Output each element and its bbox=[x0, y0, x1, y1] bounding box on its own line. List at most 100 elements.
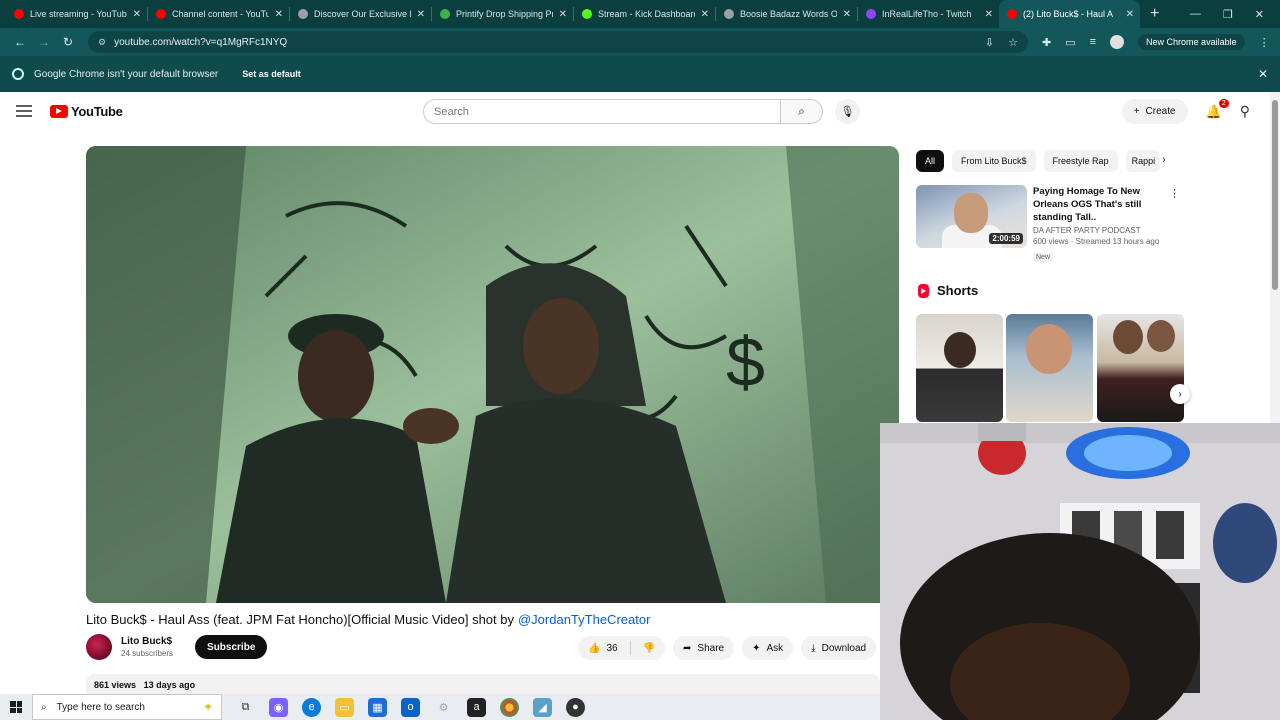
browser-tab[interactable]: (2) Lito Buck$ - Haul A ✕ bbox=[999, 0, 1140, 28]
share-label: Share bbox=[697, 642, 725, 654]
tab-title: InRealLifeTho - Twitch bbox=[882, 9, 972, 19]
browser-tab[interactable]: Channel content - YouTube ✕ bbox=[148, 0, 289, 28]
amazon-icon[interactable]: a bbox=[467, 697, 486, 717]
channel-name[interactable]: Lito Buck$ bbox=[121, 636, 173, 647]
close-tab-icon[interactable]: ✕ bbox=[843, 9, 851, 20]
browser-tab[interactable]: Discover Our Exclusive Ra ✕ bbox=[290, 0, 431, 28]
short-thumbnail[interactable] bbox=[1097, 314, 1184, 422]
set-default-button[interactable]: Set as default bbox=[234, 63, 309, 85]
forward-icon[interactable]: → bbox=[32, 35, 56, 49]
short-thumbnail[interactable] bbox=[916, 314, 1003, 422]
browser-tab[interactable]: Printify Drop Shipping Pri ✕ bbox=[432, 0, 573, 28]
copilot-icon[interactable]: ◉ bbox=[269, 697, 288, 717]
create-button[interactable]: + Create bbox=[1121, 99, 1188, 124]
minimize-icon[interactable]: — bbox=[1190, 8, 1201, 20]
menu-dots-icon[interactable]: ⋮ bbox=[1259, 36, 1270, 49]
search-input[interactable] bbox=[423, 99, 781, 124]
recommended-video[interactable]: 2:00:59 Paying Homage To New Orleans OGS… bbox=[916, 185, 1184, 264]
recommended-title[interactable]: Paying Homage To New Orleans OGS That's … bbox=[1033, 185, 1173, 224]
outlook-icon[interactable]: o bbox=[401, 697, 420, 717]
settings-gear-icon[interactable]: ⚙ bbox=[434, 698, 453, 717]
search-icon[interactable]: ⌕ bbox=[781, 99, 823, 124]
new-tab-icon[interactable]: + bbox=[1150, 5, 1159, 23]
channel-avatar[interactable] bbox=[86, 634, 112, 660]
filter-chip[interactable]: Freestyle Rap bbox=[1043, 150, 1118, 172]
close-tab-icon[interactable]: ✕ bbox=[559, 9, 567, 20]
download-label: Download bbox=[821, 642, 867, 654]
file-explorer-icon[interactable]: ▭ bbox=[335, 697, 354, 717]
obs-icon[interactable]: ● bbox=[566, 697, 585, 717]
video-duration: 2:00:59 bbox=[989, 233, 1023, 244]
shorts-icon bbox=[918, 283, 929, 298]
hamburger-menu-icon[interactable] bbox=[16, 105, 32, 117]
filter-chip[interactable]: From Lito Buck$ bbox=[952, 150, 1036, 172]
chrome-taskbar-icon[interactable] bbox=[500, 697, 519, 717]
profile-avatar[interactable] bbox=[1110, 35, 1125, 49]
more-options-icon[interactable]: ⋮ bbox=[1169, 187, 1180, 200]
site-info-icon[interactable]: ⚙ bbox=[98, 37, 106, 48]
like-icon[interactable]: 👍 bbox=[588, 643, 600, 654]
recommended-thumbnail[interactable]: 2:00:59 bbox=[916, 185, 1027, 248]
shorts-next-icon[interactable]: › bbox=[1170, 384, 1190, 404]
close-tab-icon[interactable]: ✕ bbox=[417, 9, 425, 20]
recommended-channel[interactable]: DA AFTER PARTY PODCAST bbox=[1033, 226, 1173, 235]
channel-owner: Lito Buck$ 24 subscribers Subscribe bbox=[86, 634, 268, 660]
taskbar-search-box[interactable]: ⌕ Type here to search ✦ bbox=[32, 694, 222, 720]
tab-list: Live streaming - YouTube ✕ Channel content… bbox=[6, 0, 1140, 28]
short-thumbnail[interactable] bbox=[1006, 314, 1093, 422]
ask-label: Ask bbox=[766, 642, 784, 654]
back-icon[interactable]: ← bbox=[8, 35, 32, 49]
notifications-bell-icon[interactable]: 🔔 2 bbox=[1206, 98, 1229, 120]
like-count[interactable]: 36 bbox=[606, 643, 617, 654]
close-infobar-icon[interactable]: ✕ bbox=[1258, 67, 1268, 81]
download-icon: ⤓ bbox=[811, 642, 816, 654]
new-chrome-button[interactable]: New Chrome available bbox=[1138, 34, 1245, 50]
address-bar[interactable]: ⚙ youtube.com/watch?v=q1MgRFc1NYQ ⇩ ☆ bbox=[88, 31, 1028, 53]
close-tab-icon[interactable]: ✕ bbox=[133, 9, 141, 20]
tab-favicon-icon bbox=[1007, 9, 1017, 19]
filter-chips: All From Lito Buck$ Freestyle Rap Rappi bbox=[916, 150, 1160, 172]
shorts-heading-text: Shorts bbox=[937, 283, 979, 298]
app-icon[interactable]: ◢ bbox=[533, 697, 552, 717]
extensions-icon[interactable]: ✚ bbox=[1042, 36, 1051, 49]
subscribe-button[interactable]: Subscribe bbox=[195, 635, 268, 659]
browser-tab[interactable]: Boosie Badazz Words Of A ✕ bbox=[716, 0, 857, 28]
svg-text:$: $ bbox=[726, 323, 765, 401]
account-avatar-icon[interactable]: ⚲ bbox=[1240, 103, 1250, 120]
share-icon: ➦ bbox=[683, 642, 692, 654]
edge-icon[interactable]: e bbox=[302, 697, 321, 717]
tab-search-icon[interactable]: ▭ bbox=[1065, 36, 1075, 49]
creator-mention-link[interactable]: @JordanTyTheCreator bbox=[518, 612, 650, 627]
dislike-icon[interactable]: 👎 bbox=[643, 643, 655, 654]
media-icon[interactable]: ≡ bbox=[1090, 36, 1096, 48]
start-button[interactable] bbox=[0, 701, 32, 713]
close-tab-icon[interactable]: ✕ bbox=[1126, 9, 1134, 20]
close-tab-icon[interactable]: ✕ bbox=[275, 9, 283, 20]
scrollbar-thumb[interactable] bbox=[1272, 100, 1278, 290]
close-tab-icon[interactable]: ✕ bbox=[985, 9, 993, 20]
download-button[interactable]: ⤓ Download bbox=[801, 636, 877, 660]
filter-chip[interactable]: Rappi bbox=[1125, 150, 1160, 172]
install-icon[interactable]: ⇩ bbox=[985, 36, 994, 49]
store-icon[interactable]: ▦ bbox=[368, 697, 387, 717]
close-window-icon[interactable]: ✕ bbox=[1255, 8, 1264, 21]
microphone-icon[interactable]: 🎙 bbox=[835, 99, 860, 124]
browser-tab[interactable]: Live streaming - YouTube ✕ bbox=[6, 0, 147, 28]
window-controls: — ❐ ✕ bbox=[1190, 0, 1280, 28]
filter-chip[interactable]: All bbox=[916, 150, 945, 172]
browser-tab[interactable]: InRealLifeTho - Twitch ✕ bbox=[858, 0, 999, 28]
ask-button[interactable]: ✦ Ask bbox=[742, 636, 794, 660]
sparkle-icon: ✦ bbox=[752, 642, 761, 654]
share-button[interactable]: ➦ Share bbox=[673, 636, 735, 660]
restore-icon[interactable]: ❐ bbox=[1223, 8, 1233, 21]
browser-tab[interactable]: Stream - Kick Dashboard ✕ bbox=[574, 0, 715, 28]
task-view-icon[interactable]: ⧉ bbox=[236, 698, 255, 717]
bookmark-star-icon[interactable]: ☆ bbox=[1008, 36, 1018, 49]
chevron-right-icon[interactable]: › bbox=[1162, 154, 1166, 166]
close-tab-icon[interactable]: ✕ bbox=[701, 9, 709, 20]
youtube-logo[interactable]: YouTube bbox=[50, 104, 123, 119]
tab-favicon-icon bbox=[724, 9, 734, 19]
reload-icon[interactable]: ↻ bbox=[56, 35, 80, 49]
subscriber-count: 24 subscribers bbox=[121, 649, 174, 658]
video-player[interactable]: $ bbox=[86, 146, 899, 603]
